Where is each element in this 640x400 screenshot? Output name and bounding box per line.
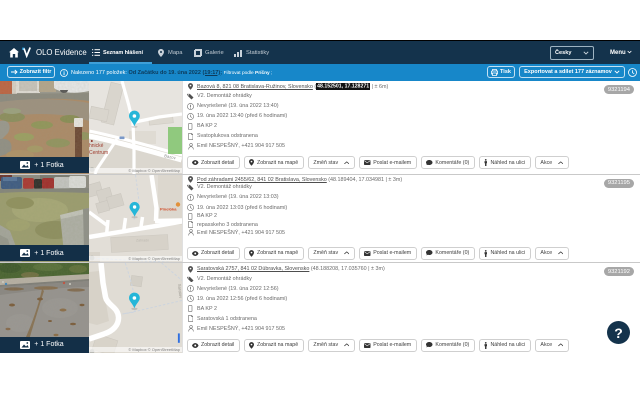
svg-text:Zahradn: Zahradn	[136, 238, 149, 242]
svg-text:Pinelóka: Pinelóka	[160, 206, 177, 211]
svg-text:Centrum: Centrum	[89, 150, 108, 156]
svg-text:hnické: hnické	[89, 143, 104, 149]
